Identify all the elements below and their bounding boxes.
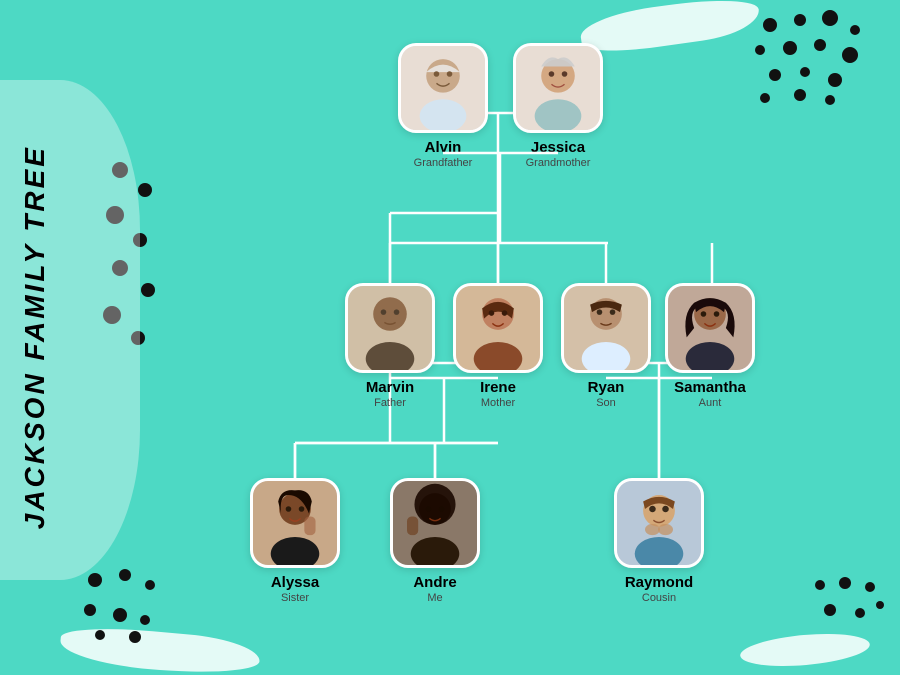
person-samantha: Samantha Aunt [655, 283, 765, 409]
samantha-photo [665, 283, 755, 373]
person-irene: Irene Mother [443, 283, 553, 409]
alvin-name: Alvin [425, 139, 462, 156]
title-sidebar: JACKSON FAMILY TREE [0, 0, 70, 675]
ryan-name: Ryan [588, 379, 625, 396]
alvin-photo [398, 43, 488, 133]
ryan-photo [561, 283, 651, 373]
alyssa-role: Sister [281, 592, 309, 604]
samantha-name: Samantha [674, 379, 746, 396]
person-marvin: Marvin Father [335, 283, 445, 409]
person-alyssa: Alyssa Sister [240, 478, 350, 604]
alyssa-name: Alyssa [271, 574, 319, 591]
raymond-name: Raymond [625, 574, 693, 591]
alvin-role: Grandfather [414, 157, 473, 169]
ryan-role: Son [596, 397, 616, 409]
person-ryan: Ryan Son [551, 283, 661, 409]
jessica-photo [513, 43, 603, 133]
irene-name: Irene [480, 379, 516, 396]
irene-role: Mother [481, 397, 515, 409]
andre-role: Me [427, 592, 442, 604]
main-content: Alvin Grandfather Jessica Grandmother [70, 0, 900, 675]
marvin-name: Marvin [366, 379, 414, 396]
person-alvin: Alvin Grandfather [388, 43, 498, 169]
marvin-photo [345, 283, 435, 373]
raymond-role: Cousin [642, 592, 676, 604]
andre-name: Andre [413, 574, 456, 591]
raymond-photo [614, 478, 704, 568]
marvin-role: Father [374, 397, 406, 409]
andre-photo [390, 478, 480, 568]
person-jessica: Jessica Grandmother [503, 43, 613, 169]
jessica-role: Grandmother [526, 157, 591, 169]
person-andre: Andre Me [380, 478, 490, 604]
page-title: JACKSON FAMILY TREE [19, 145, 51, 529]
person-raymond: Raymond Cousin [604, 478, 714, 604]
alyssa-photo [250, 478, 340, 568]
samantha-role: Aunt [699, 397, 722, 409]
family-tree: Alvin Grandfather Jessica Grandmother [95, 13, 875, 663]
jessica-name: Jessica [531, 139, 585, 156]
irene-photo [453, 283, 543, 373]
